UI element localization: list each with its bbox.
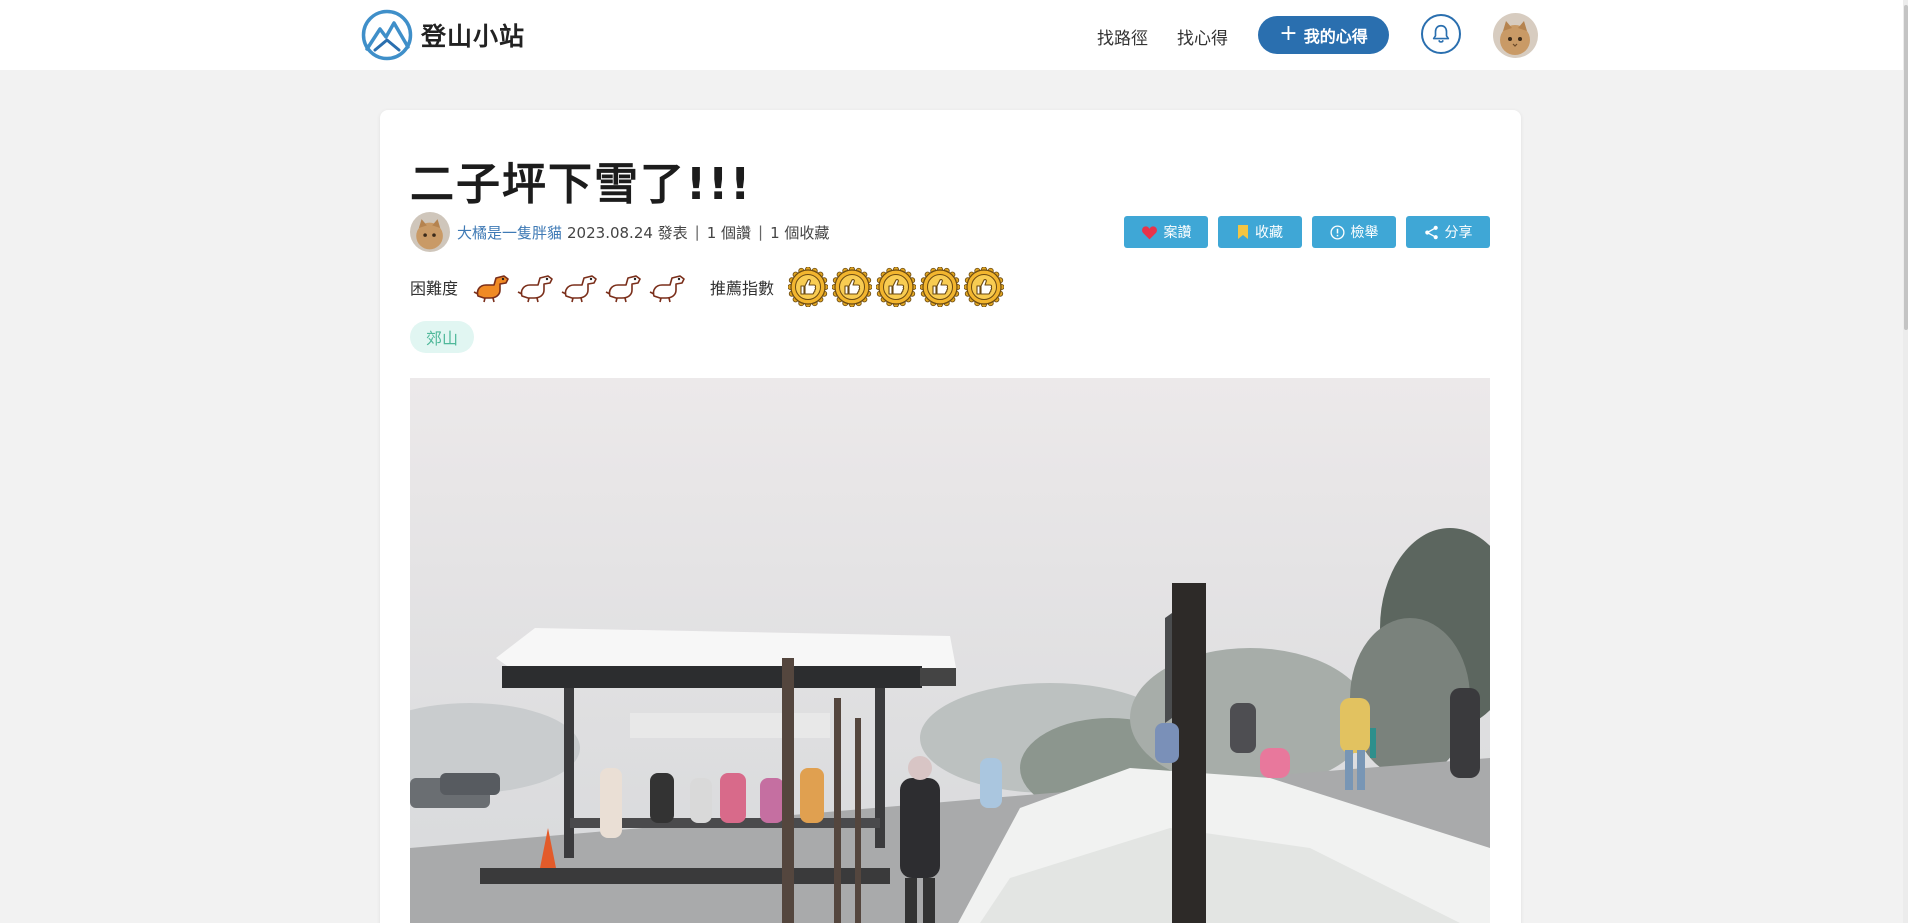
difficulty-label: 困難度 bbox=[410, 279, 459, 298]
notifications-button[interactable] bbox=[1421, 14, 1461, 54]
like-button-label: 案讚 bbox=[1163, 225, 1192, 241]
nav-find-posts[interactable]: 找心得 bbox=[1177, 24, 1228, 49]
post-title: 二子坪下雪了!!! bbox=[410, 159, 753, 210]
snowy-shelter-photo bbox=[410, 378, 1490, 923]
dino-outline-icon bbox=[517, 275, 553, 303]
thumbs-up-medal-icon bbox=[788, 267, 829, 307]
report-button[interactable]: 檢舉 bbox=[1312, 216, 1396, 248]
dino-outline-icon bbox=[649, 275, 685, 303]
share-icon bbox=[1424, 225, 1438, 239]
recommend-label: 推薦指數 bbox=[710, 279, 775, 298]
category-tag[interactable]: 郊山 bbox=[410, 321, 474, 353]
site-logo[interactable]: 登山小站 bbox=[361, 9, 525, 61]
bell-icon bbox=[1432, 24, 1450, 43]
page-scrollbar-thumb[interactable] bbox=[1904, 5, 1908, 330]
save-count: 1 個收藏 bbox=[770, 223, 830, 242]
plus-icon: + bbox=[1279, 21, 1298, 46]
like-count: 1 個讚 bbox=[706, 223, 752, 242]
cat-avatar-icon bbox=[1493, 13, 1538, 58]
site-name: 登山小站 bbox=[421, 22, 526, 51]
share-button-label: 分享 bbox=[1444, 225, 1473, 241]
heart-icon bbox=[1141, 225, 1157, 239]
difficulty-rating bbox=[472, 270, 692, 304]
post-actions: 案讚 收藏 檢舉 分享 bbox=[1124, 216, 1490, 248]
report-button-label: 檢舉 bbox=[1350, 225, 1379, 241]
thumbs-up-medal-icon bbox=[964, 267, 1005, 307]
post-photo bbox=[410, 378, 1490, 923]
dino-outline-icon bbox=[605, 275, 641, 303]
meta-divider: | bbox=[694, 223, 700, 241]
post-card: 二子坪下雪了!!! 大橘是一隻胖貓 2023.08.24 發表 | 1 個讚 |… bbox=[380, 110, 1521, 923]
my-posts-label: 我的心得 bbox=[1303, 27, 1368, 46]
post-date: 2023.08.24 發表 bbox=[567, 223, 688, 242]
recommend-rating bbox=[788, 267, 1008, 307]
thumbs-up-medal-icon bbox=[920, 267, 961, 307]
my-posts-button[interactable]: + 我的心得 bbox=[1258, 16, 1389, 54]
meta-divider: | bbox=[758, 223, 764, 241]
cat-avatar-icon bbox=[410, 212, 450, 252]
ratings-row: 困難度 推薦指數 bbox=[410, 265, 1008, 309]
thumbs-up-medal-icon bbox=[832, 267, 873, 307]
save-button[interactable]: 收藏 bbox=[1218, 216, 1302, 248]
alert-circle-icon bbox=[1329, 224, 1345, 240]
bookmark-icon bbox=[1238, 225, 1248, 239]
author-name-link[interactable]: 大橘是一隻胖貓 bbox=[457, 222, 562, 243]
mountain-logo-icon bbox=[361, 9, 413, 61]
top-navbar: 登山小站 找路徑 找心得 + 我的心得 bbox=[0, 0, 1908, 70]
user-avatar[interactable] bbox=[1493, 13, 1538, 58]
dino-filled-icon bbox=[473, 275, 509, 303]
like-button[interactable]: 案讚 bbox=[1124, 216, 1208, 248]
save-button-label: 收藏 bbox=[1255, 225, 1283, 241]
nav-find-routes[interactable]: 找路徑 bbox=[1097, 24, 1148, 49]
dino-outline-icon bbox=[561, 275, 597, 303]
thumbs-up-medal-icon bbox=[876, 267, 917, 307]
share-button[interactable]: 分享 bbox=[1406, 216, 1490, 248]
post-meta: 大橘是一隻胖貓 2023.08.24 發表 | 1 個讚 | 1 個收藏 bbox=[410, 211, 829, 253]
author-avatar[interactable] bbox=[410, 212, 450, 252]
